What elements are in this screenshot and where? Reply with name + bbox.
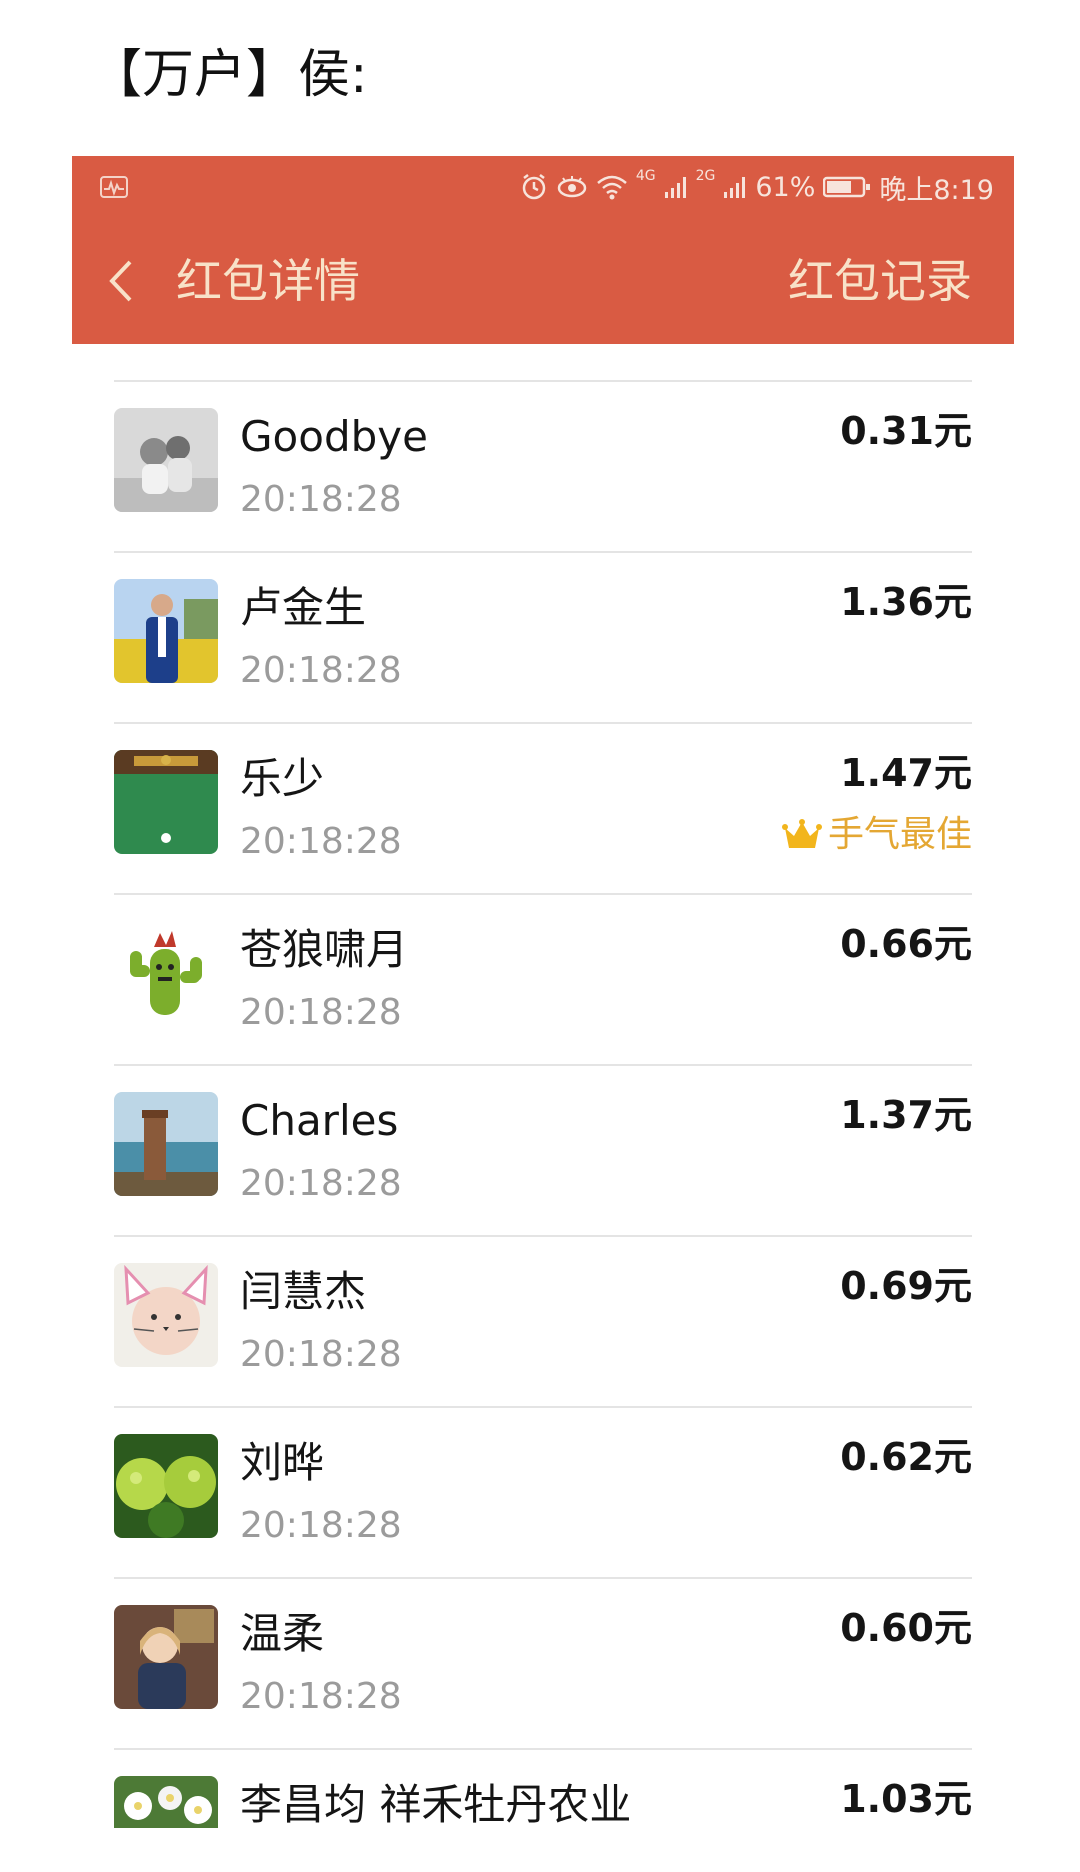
amount: 1.03元: [840, 1777, 972, 1821]
recipient-name: 卢金生: [240, 583, 367, 632]
received-time: 20:18:28: [240, 1505, 402, 1546]
list-item[interactable]: Goodbye 20:18:28 0.31元: [114, 380, 972, 551]
phone-screenshot: 4G 2G 61% 晚上8:19 红包详情 红包记录 Goodbye 20:18…: [72, 156, 1014, 1828]
recipient-name: Charles: [240, 1096, 399, 1145]
wifi-icon: [596, 175, 627, 200]
alarm-icon: [522, 174, 546, 200]
network-4g-label: 4G: [635, 168, 656, 184]
amount: 0.66元: [840, 922, 972, 966]
best-luck-badge: 手气最佳: [781, 810, 972, 860]
page-title: 红包详情: [176, 254, 360, 308]
list-item[interactable]: 李昌均 祥禾牡丹农业 1.03元: [114, 1748, 972, 1828]
avatar: [114, 579, 218, 683]
recipient-name: Goodbye: [240, 412, 428, 461]
recipient-name: 刘晔: [240, 1438, 325, 1487]
received-time: 20:18:28: [240, 821, 402, 862]
avatar: [114, 921, 218, 1025]
clock-time: 晚上8:19: [879, 174, 994, 206]
network-2g-label: 2G: [695, 168, 716, 184]
amount: 0.69元: [840, 1264, 972, 1308]
avatar: [114, 1776, 218, 1828]
avatar: [114, 1434, 218, 1538]
crown-icon: [781, 819, 822, 848]
received-time: 20:18:28: [240, 1163, 402, 1204]
recipient-name: 苍狼啸月: [240, 925, 409, 974]
list-item[interactable]: Charles 20:18:28 1.37元: [114, 1064, 972, 1235]
received-time: 20:18:28: [240, 1334, 402, 1375]
amount: 0.62元: [840, 1435, 972, 1479]
list-item[interactable]: 刘晔 20:18:28 0.62元: [114, 1406, 972, 1577]
battery-percent: 61%: [755, 171, 816, 203]
battery-icon: [823, 176, 871, 198]
nav-bar: 红包详情 红包记录: [72, 218, 1014, 344]
avatar: [114, 1092, 218, 1196]
avatar: [114, 1605, 218, 1709]
signal-icon: [724, 177, 746, 198]
received-time: 20:18:28: [240, 650, 402, 691]
list-item[interactable]: 闫慧杰 20:18:28 0.69元: [114, 1235, 972, 1406]
signal-icon: [664, 177, 686, 198]
recipient-name: 李昌均 祥禾牡丹农业: [240, 1780, 632, 1828]
status-indicators: 4G 2G 61% 晚上8:19: [520, 156, 994, 218]
status-bar: 4G 2G 61% 晚上8:19: [72, 156, 1014, 218]
red-packet-records-button[interactable]: 红包记录: [788, 248, 972, 314]
recipient-name: 乐少: [240, 754, 325, 803]
received-time: 20:18:28: [240, 479, 402, 520]
received-time: 20:18:28: [240, 1676, 402, 1717]
list-item[interactable]: 苍狼啸月 20:18:28 0.66元: [114, 893, 972, 1064]
amount: 1.36元: [840, 580, 972, 624]
recipient-name: 闫慧杰: [240, 1267, 367, 1316]
avatar: [114, 750, 218, 854]
caption-text: 【万户】侯:: [90, 45, 368, 105]
back-chevron-icon[interactable]: [102, 258, 142, 304]
eye-comfort-icon: [557, 176, 587, 198]
avatar: [114, 1263, 218, 1367]
list-item[interactable]: 卢金生 20:18:28 1.36元: [114, 551, 972, 722]
list-item[interactable]: 乐少 20:18:28 1.47元 手气最佳: [114, 722, 972, 893]
amount: 0.31元: [840, 409, 972, 453]
amount: 1.47元: [840, 751, 972, 795]
avatar: [114, 408, 218, 512]
amount: 0.60元: [840, 1606, 972, 1650]
recipient-list: Goodbye 20:18:28 0.31元 卢金生 20:18:28 1.36…: [114, 380, 972, 1828]
recipient-name: 温柔: [240, 1609, 325, 1658]
amount: 1.37元: [840, 1093, 972, 1137]
best-luck-label: 手气最佳: [827, 814, 972, 855]
activity-monitor-icon: [100, 176, 128, 198]
received-time: 20:18:28: [240, 992, 402, 1033]
list-item[interactable]: 温柔 20:18:28 0.60元: [114, 1577, 972, 1748]
